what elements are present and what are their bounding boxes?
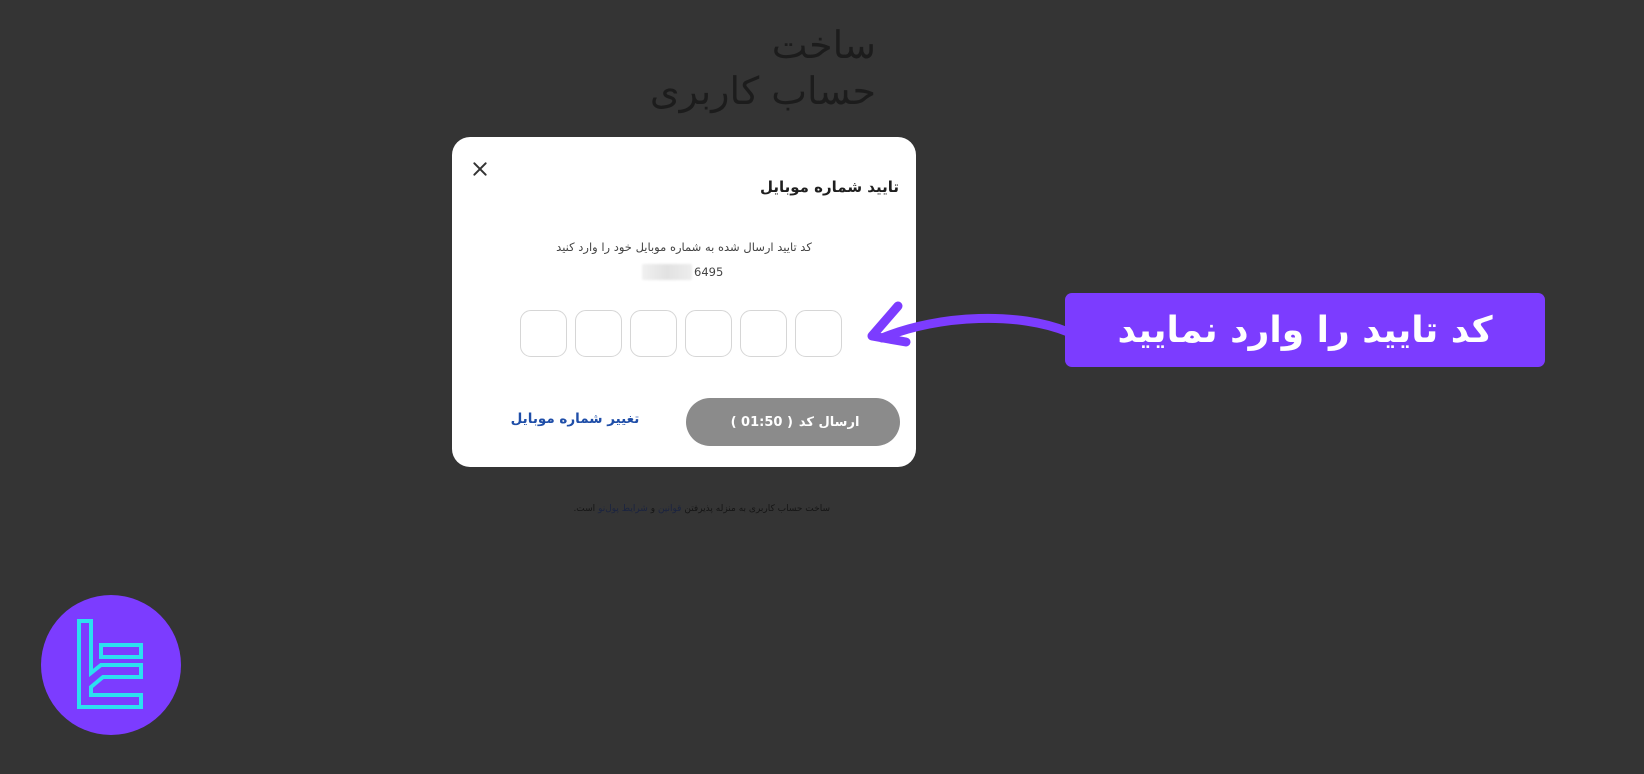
close-icon[interactable] — [470, 159, 490, 179]
verify-mobile-dialog: تایید شماره موبایل کد تایید ارسال شده به… — [452, 137, 916, 467]
phone-blur-mask — [642, 263, 692, 280]
page-heading-line2: حساب کاربری — [649, 69, 876, 113]
phone-suffix: 6495 — [694, 264, 724, 279]
page-heading: ساخت حساب کاربری — [476, 22, 876, 114]
dialog-title: تایید شماره موبایل — [759, 178, 899, 196]
otp-digit-input[interactable] — [520, 310, 567, 357]
send-code-label: ارسال کد — [798, 414, 860, 430]
change-mobile-link[interactable]: تغییر شماره موبایل — [510, 411, 640, 427]
brand-logo — [41, 595, 181, 735]
otp-digit-input[interactable] — [630, 310, 677, 357]
instruction-text: کد تایید ارسال شده به شماره موبایل خود ر… — [556, 240, 812, 254]
instruction-callout: کد تایید را وارد نمایید — [1065, 293, 1545, 367]
terms-note: ساخت حساب کاربری به منزله پذیرفتن قوانین… — [500, 504, 830, 514]
terms-text: ساخت حساب کاربری به منزله پذیرفتن — [684, 504, 830, 514]
otp-digit-input[interactable] — [685, 310, 732, 357]
page-heading-line1: ساخت — [771, 23, 876, 67]
masked-phone-number: 6495 — [642, 263, 723, 280]
resend-timer: ( 01:50 ) — [730, 414, 793, 430]
terms-end: است. — [573, 504, 596, 514]
terms-and: و — [650, 504, 656, 514]
terms-rules-link[interactable]: قوانین — [658, 504, 682, 514]
otp-digit-input[interactable] — [740, 310, 787, 357]
send-code-button[interactable]: ( 01:50 ) ارسال کد — [686, 398, 900, 446]
otp-input-group — [520, 310, 842, 357]
arrow-left-icon — [867, 301, 1073, 347]
otp-digit-input[interactable] — [795, 310, 842, 357]
otp-digit-input[interactable] — [575, 310, 622, 357]
terms-conditions-link[interactable]: شرایط پول‌نو — [598, 504, 648, 514]
